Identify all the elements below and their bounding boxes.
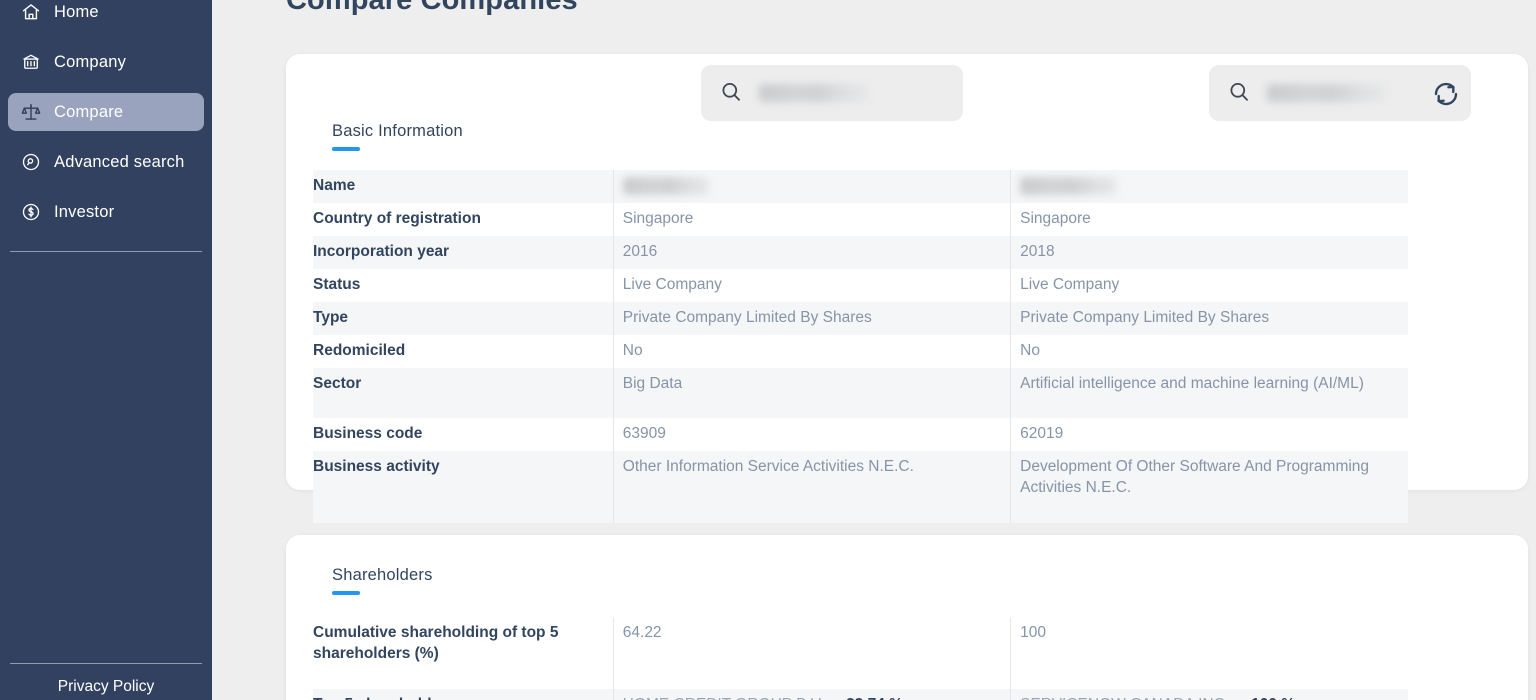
shareholder-name: SERVICENOW CANADA INC. xyxy=(1020,695,1229,700)
table-row: Business code 63909 62019 xyxy=(313,418,1408,451)
row-label: Name xyxy=(313,170,613,203)
sidebar-item-label: Advanced search xyxy=(54,153,185,172)
row-value-b: Development Of Other Software And Progra… xyxy=(1011,451,1408,523)
home-icon xyxy=(20,1,42,23)
row-value-b: 62019 xyxy=(1011,418,1408,451)
basic-information-table: Name Country of registration Singapore S… xyxy=(313,170,1408,523)
row-value-a: Big Data xyxy=(613,368,1010,419)
shareholder-percent: 100 % xyxy=(1251,695,1295,700)
tab-label: Shareholders xyxy=(332,566,433,584)
row-value-a: Other Information Service Activities N.E… xyxy=(613,451,1010,523)
sidebar: Home Company xyxy=(0,0,212,700)
search-circle-icon xyxy=(20,151,42,173)
table-row: Name xyxy=(313,170,1408,203)
row-label: Type xyxy=(313,302,613,335)
company-b-name-redacted xyxy=(1020,177,1116,195)
row-value-a: 64.22 xyxy=(613,617,1010,689)
search-icon xyxy=(1227,80,1253,106)
tab-basic-information[interactable]: Basic Information xyxy=(332,122,463,151)
basic-information-card: Basic Information Name xyxy=(286,54,1528,490)
row-label: Redomiciled xyxy=(313,335,613,368)
search-icon xyxy=(719,80,745,106)
company-a-search-input[interactable] xyxy=(701,65,963,121)
row-value-b: 100 xyxy=(1011,617,1408,689)
row-label: Top 5 shareholders xyxy=(313,689,613,700)
refresh-button[interactable] xyxy=(1429,77,1463,111)
sidebar-nav: Home Company xyxy=(0,0,212,252)
shareholders-card: Shareholders Cumulative shareholding of … xyxy=(286,535,1528,700)
row-value-a: No xyxy=(613,335,1010,368)
shareholders-table: Cumulative shareholding of top 5 shareho… xyxy=(313,617,1408,700)
table-row: Incorporation year 2016 2018 xyxy=(313,236,1408,269)
table-row: Sector Big Data Artificial intelligence … xyxy=(313,368,1408,419)
page-title: Compare Companies xyxy=(286,0,578,17)
bank-icon xyxy=(20,51,42,73)
tab-active-underline xyxy=(332,591,360,595)
row-value-a: Private Company Limited By Shares xyxy=(613,302,1010,335)
sidebar-footer-divider xyxy=(10,663,202,664)
sidebar-item-home[interactable]: Home xyxy=(8,0,204,31)
row-value-a xyxy=(613,170,1010,203)
tab-shareholders[interactable]: Shareholders xyxy=(332,566,433,595)
tab-active-underline xyxy=(332,147,360,151)
table-row: Country of registration Singapore Singap… xyxy=(313,203,1408,236)
row-label: Business code xyxy=(313,418,613,451)
row-label: Business activity xyxy=(313,451,613,523)
table-row: Redomiciled No No xyxy=(313,335,1408,368)
row-value-b: Artificial intelligence and machine lear… xyxy=(1011,368,1408,419)
row-label: Country of registration xyxy=(313,203,613,236)
sidebar-item-label: Compare xyxy=(54,103,123,122)
table-row: Top 5 shareholders HOME CREDIT GROUP B.V… xyxy=(313,689,1408,700)
row-value-b: Singapore xyxy=(1011,203,1408,236)
table-row: Type Private Company Limited By Shares P… xyxy=(313,302,1408,335)
row-value-b: Live Company xyxy=(1011,269,1408,302)
row-value-a: Singapore xyxy=(613,203,1010,236)
table-row: Status Live Company Live Company xyxy=(313,269,1408,302)
sidebar-divider xyxy=(10,251,202,252)
shareholder-percent: 23.74 % xyxy=(846,695,903,700)
row-label: Sector xyxy=(313,368,613,419)
row-label: Cumulative shareholding of top 5 shareho… xyxy=(313,617,613,689)
tab-label: Basic Information xyxy=(332,122,463,140)
sidebar-item-label: Home xyxy=(54,3,99,22)
row-value-a: Live Company xyxy=(613,269,1010,302)
shareholder-name: HOME CREDIT GROUP B.V. xyxy=(623,695,824,700)
row-value-a: 2016 xyxy=(613,236,1010,269)
company-b-redacted-value xyxy=(1267,84,1385,102)
main-content: Compare Companies B xyxy=(212,0,1536,700)
row-value-b: SERVICENOW CANADA INC. 100 % xyxy=(1011,689,1408,700)
sidebar-item-company[interactable]: Company xyxy=(8,43,204,81)
row-value-b: 2018 xyxy=(1011,236,1408,269)
sidebar-item-advanced-search[interactable]: Advanced search xyxy=(8,143,204,181)
row-label: Status xyxy=(313,269,613,302)
sidebar-footer: Privacy Policy xyxy=(0,663,212,700)
sidebar-item-label: Investor xyxy=(54,203,114,222)
row-value-a: HOME CREDIT GROUP B.V. 23.74 % xyxy=(613,689,1010,700)
table-row: Business activity Other Information Serv… xyxy=(313,451,1408,523)
company-a-name-redacted xyxy=(623,177,709,195)
dollar-circle-icon xyxy=(20,201,42,223)
sidebar-item-compare[interactable]: Compare xyxy=(8,93,204,131)
table-row: Cumulative shareholding of top 5 shareho… xyxy=(313,617,1408,689)
row-value-b: No xyxy=(1011,335,1408,368)
privacy-policy-link[interactable]: Privacy Policy xyxy=(0,678,212,700)
row-value-a: 63909 xyxy=(613,418,1010,451)
row-value-b: Private Company Limited By Shares xyxy=(1011,302,1408,335)
sidebar-item-label: Company xyxy=(54,53,126,72)
row-label: Incorporation year xyxy=(313,236,613,269)
app-root: Home Company xyxy=(0,0,1536,700)
sidebar-item-investor[interactable]: Investor xyxy=(8,193,204,231)
scales-icon xyxy=(20,101,42,123)
company-a-redacted-value xyxy=(759,84,867,102)
row-value-b xyxy=(1011,170,1408,203)
